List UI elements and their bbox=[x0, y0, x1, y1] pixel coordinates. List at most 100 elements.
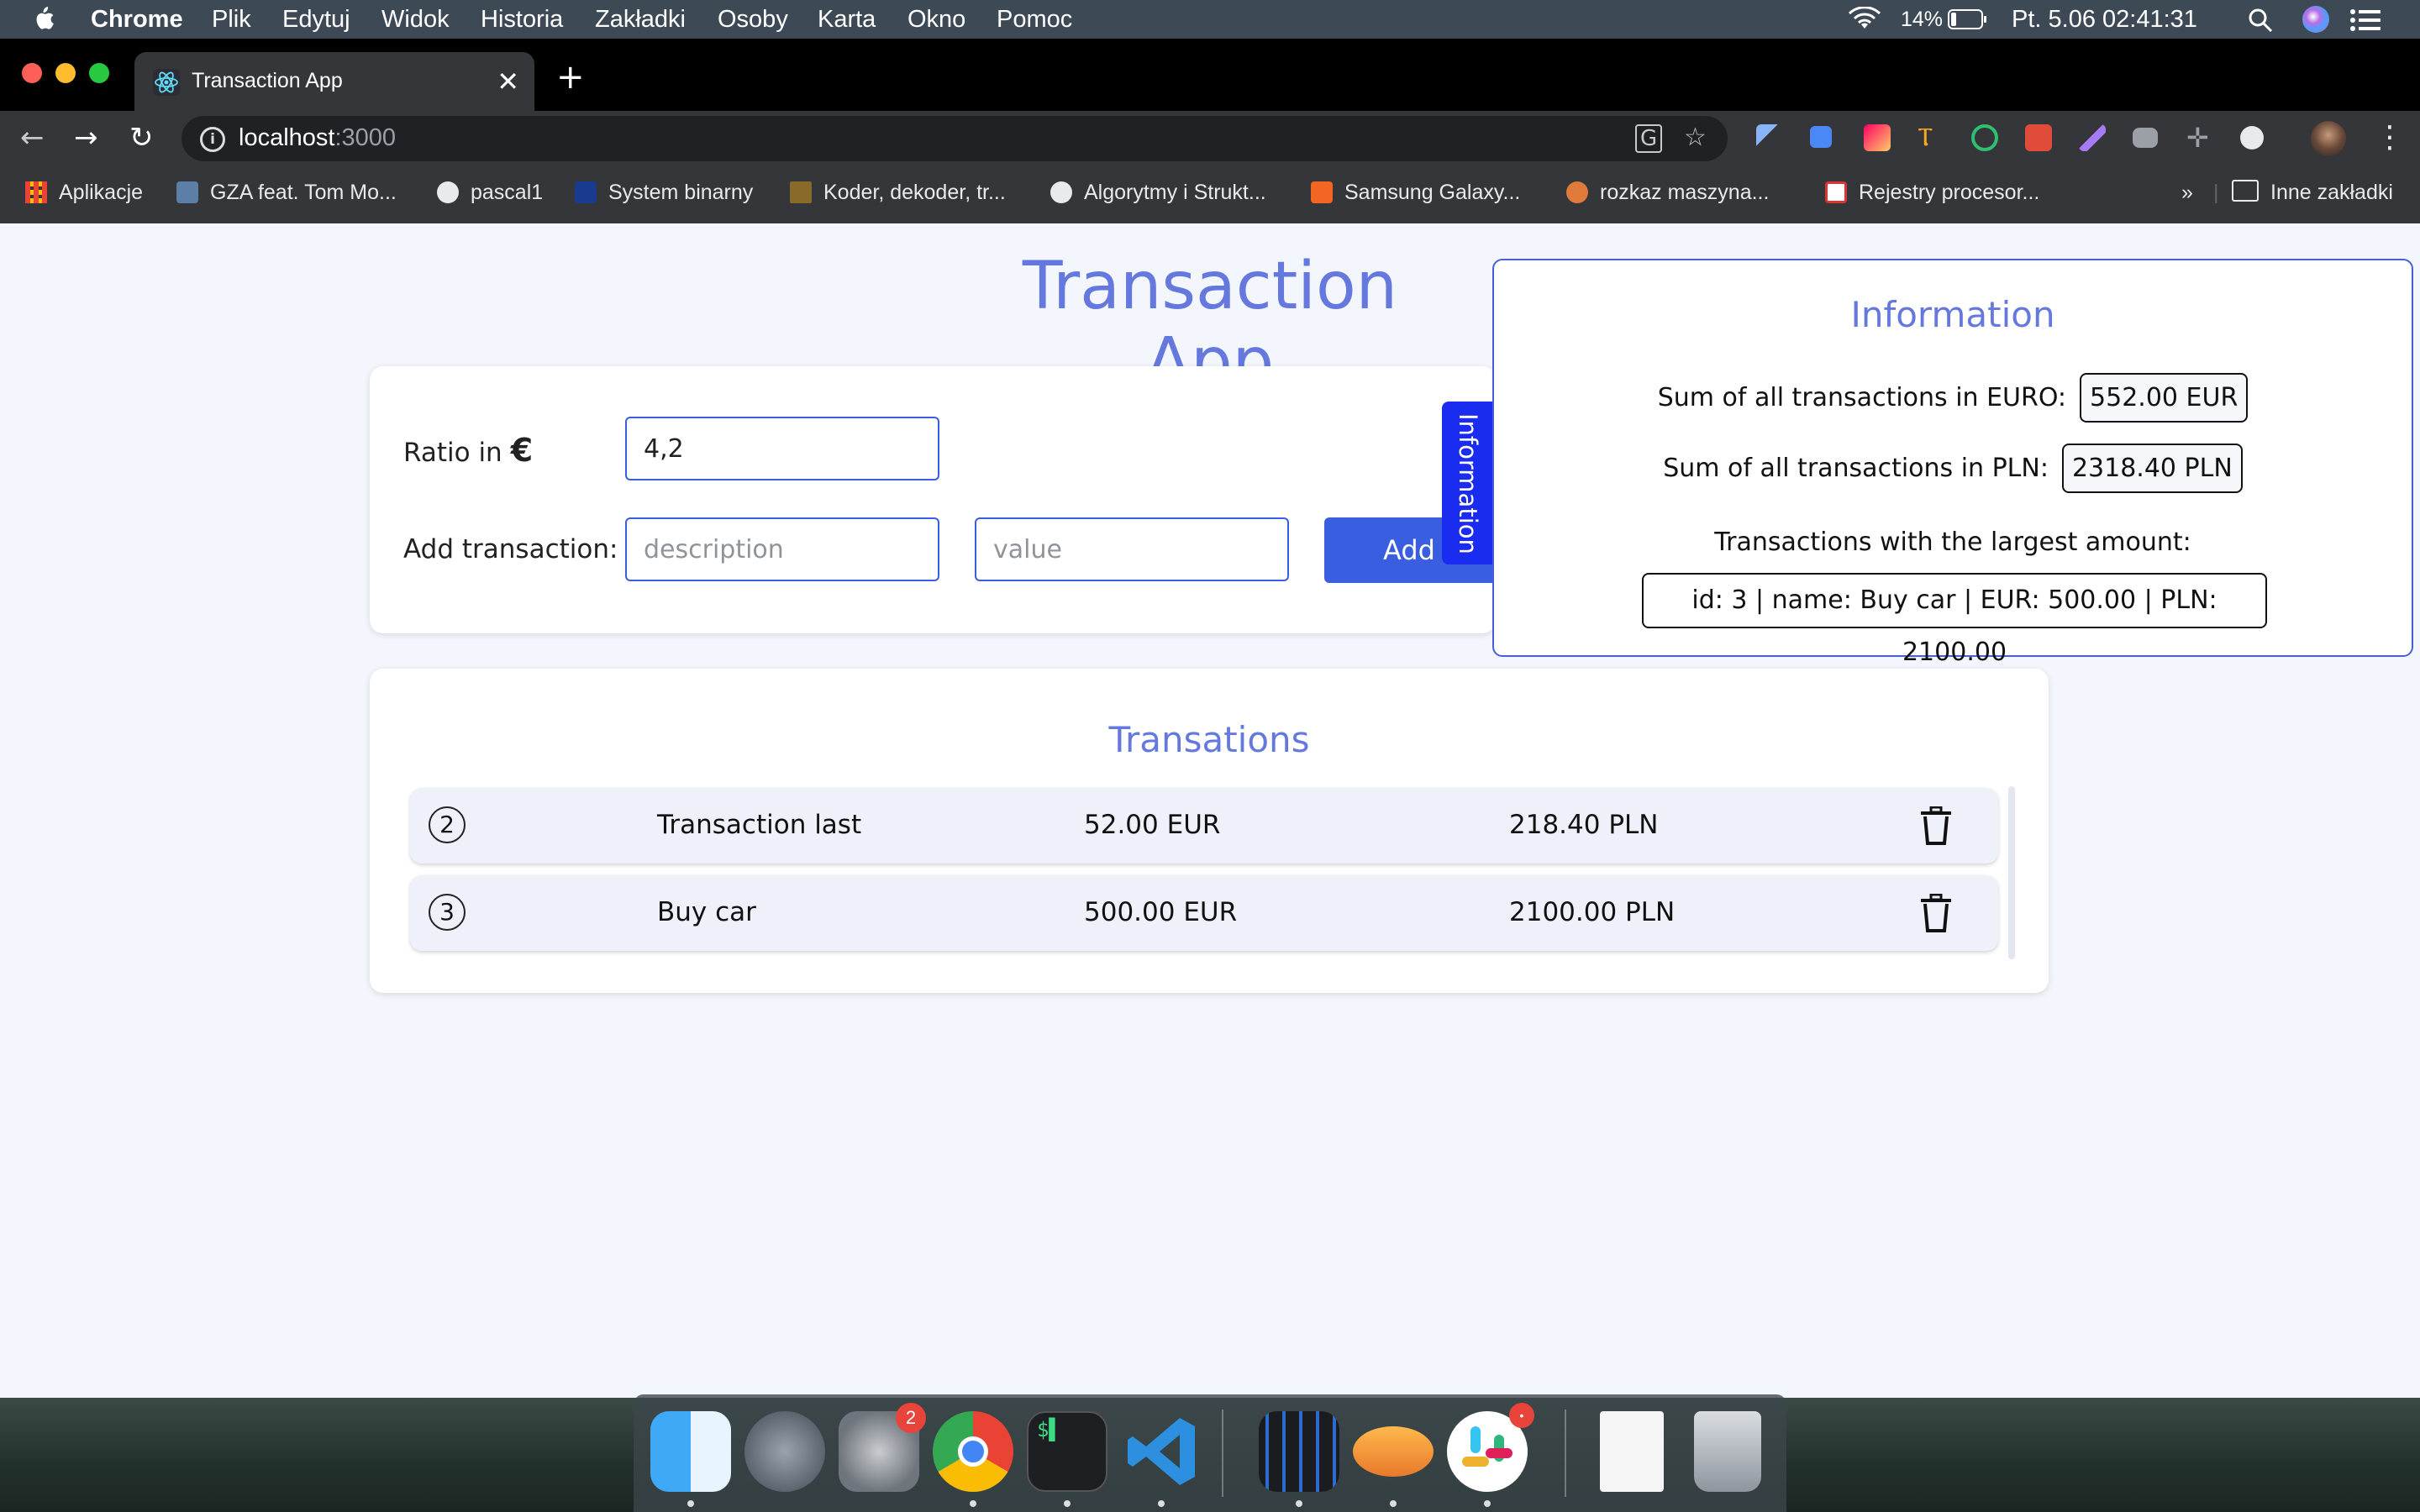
window-minimize-button[interactable] bbox=[55, 63, 76, 83]
description-input[interactable] bbox=[625, 517, 939, 581]
siri-icon[interactable] bbox=[2302, 6, 2329, 33]
bookmark-star-icon[interactable]: ☆ bbox=[1684, 123, 1707, 152]
browser-tab-active[interactable]: Transaction App ✕ bbox=[134, 52, 534, 111]
reload-icon[interactable]: ↻ bbox=[129, 119, 154, 156]
extension-zendesk-icon[interactable] bbox=[2240, 126, 2264, 150]
window-close-button[interactable] bbox=[22, 63, 42, 83]
menu-okno[interactable]: Okno bbox=[908, 4, 965, 34]
sum-euro-row: Sum of all transactions in EURO: 552.00 E… bbox=[1494, 373, 2412, 423]
bookmark-other[interactable]: Inne zakładki bbox=[2232, 180, 2393, 205]
globe-icon bbox=[1050, 181, 1072, 203]
finder-icon[interactable] bbox=[650, 1411, 731, 1492]
menu-clock[interactable]: Pt. 5.06 02:41:31 bbox=[2012, 4, 2197, 34]
system-preferences-icon[interactable]: 2 bbox=[839, 1403, 926, 1492]
extension-target-icon[interactable] bbox=[1971, 124, 1998, 151]
sum-pln-value: 2318.40 PLN bbox=[2061, 444, 2243, 493]
sum-pln-row: Sum of all transactions in PLN: 2318.40 P… bbox=[1494, 444, 2412, 493]
extension-color-icon[interactable] bbox=[1864, 124, 1891, 151]
react-favicon-icon bbox=[153, 69, 180, 96]
menu-plik[interactable]: Plik bbox=[212, 4, 251, 34]
extension-pen-icon[interactable] bbox=[1756, 124, 1783, 151]
site-icon bbox=[790, 181, 812, 203]
apple-icon[interactable] bbox=[32, 5, 55, 32]
tab-title: Transaction App bbox=[192, 69, 343, 92]
battery-percent: 14% bbox=[1901, 8, 1944, 31]
slack-icon[interactable]: • bbox=[1447, 1403, 1534, 1492]
bookmark-gza[interactable]: GZA feat. Tom Mo... bbox=[176, 180, 397, 205]
window-zoom-button[interactable] bbox=[89, 63, 109, 83]
ratio-input[interactable] bbox=[625, 417, 939, 480]
forward-arrow-icon[interactable]: → bbox=[74, 119, 98, 156]
document-icon[interactable] bbox=[1600, 1411, 1664, 1492]
menu-edytuj[interactable]: Edytuj bbox=[282, 4, 350, 34]
add-transaction-label: Add transaction: bbox=[403, 534, 618, 564]
transaction-pln: 218.40 PLN bbox=[1509, 810, 1659, 840]
extension-f-icon[interactable]: Ⲧ bbox=[1918, 124, 1944, 151]
extension-download-icon[interactable] bbox=[1810, 126, 1832, 148]
transaction-name: Transaction last bbox=[657, 810, 862, 840]
bookmark-rejestry[interactable]: Rejestry procesor... bbox=[1825, 180, 2039, 205]
extension-bug-icon[interactable] bbox=[2025, 124, 2052, 151]
chrome-icon[interactable] bbox=[933, 1411, 1013, 1492]
trash-icon[interactable] bbox=[1694, 1411, 1761, 1492]
menu-karta[interactable]: Karta bbox=[818, 4, 876, 34]
back-arrow-icon[interactable]: ← bbox=[20, 119, 45, 156]
site-icon bbox=[1566, 181, 1588, 203]
tab-close-icon[interactable]: ✕ bbox=[497, 66, 519, 97]
extension-feather-icon[interactable] bbox=[2079, 124, 2106, 151]
transaction-row: 3 Buy car 500.00 EUR 2100.00 PLN bbox=[410, 875, 1998, 951]
bookmark-rozkaz[interactable]: rozkaz maszyna... bbox=[1566, 180, 1769, 205]
notification-badge: • bbox=[1509, 1403, 1534, 1428]
translate-icon[interactable]: G bbox=[1635, 124, 1663, 153]
bookmarks-overflow-button[interactable]: » bbox=[2181, 180, 2193, 205]
extension-camera-icon[interactable] bbox=[2133, 128, 2158, 148]
delete-trash-icon[interactable] bbox=[1919, 894, 1953, 932]
folder-icon bbox=[2232, 180, 2259, 202]
transaction-row: 2 Transaction last 52.00 EUR 218.40 PLN bbox=[410, 788, 1998, 864]
menu-osoby[interactable]: Osoby bbox=[718, 4, 788, 34]
launchpad-icon[interactable] bbox=[744, 1411, 825, 1492]
largest-transaction-label: Transactions with the largest amount: bbox=[1714, 528, 2191, 557]
spotlight-search-icon[interactable] bbox=[2247, 7, 2274, 34]
vscode-icon[interactable] bbox=[1121, 1411, 1202, 1492]
euro-symbol: € bbox=[510, 432, 534, 469]
terminal-icon[interactable]: $▌ bbox=[1027, 1411, 1107, 1492]
wifi-icon[interactable] bbox=[1847, 7, 1882, 32]
extension-cross-icon[interactable]: ✛ bbox=[2186, 124, 2213, 151]
bookmark-system-binarny[interactable]: System binarny bbox=[575, 180, 753, 205]
activity-monitor-icon[interactable] bbox=[1259, 1411, 1339, 1492]
menu-pomoc[interactable]: Pomoc bbox=[997, 4, 1072, 34]
bookmarks-bar: Aplikacje GZA feat. Tom Mo... pascal1 Sy… bbox=[0, 166, 2420, 223]
delete-trash-icon[interactable] bbox=[1919, 806, 1953, 845]
address-bar[interactable]: i localhost:3000 G ☆ bbox=[182, 116, 1728, 161]
bookmark-algorytmy[interactable]: Algorytmy i Strukt... bbox=[1050, 180, 1266, 205]
information-panel: Information Sum of all transactions in E… bbox=[1492, 259, 2413, 667]
battery-icon[interactable] bbox=[1948, 8, 1988, 30]
notification-center-icon[interactable] bbox=[2349, 8, 2381, 32]
transaction-name: Buy car bbox=[657, 897, 756, 927]
sum-euro-label: Sum of all transactions in EURO: bbox=[1657, 383, 2067, 412]
profile-avatar[interactable] bbox=[2311, 121, 2346, 156]
information-toggle-tab[interactable]: Information bbox=[1442, 402, 1492, 564]
bookmark-pascal[interactable]: pascal1 bbox=[437, 180, 543, 205]
macos-menu-bar: Chrome Plik Edytuj Widok Historia Zakład… bbox=[0, 0, 2420, 39]
page-viewport: Transaction App Ratio in€ Add transactio… bbox=[0, 223, 2420, 1398]
site-info-icon[interactable]: i bbox=[200, 127, 225, 152]
site-icon bbox=[575, 181, 597, 203]
chrome-menu-icon[interactable]: ⋮ bbox=[2375, 119, 2405, 156]
new-tab-icon[interactable]: + bbox=[556, 60, 585, 94]
bookmark-samsung[interactable]: Samsung Galaxy... bbox=[1311, 180, 1520, 205]
address-url[interactable]: localhost:3000 bbox=[239, 124, 396, 152]
value-input[interactable] bbox=[975, 517, 1289, 581]
menu-app-name[interactable]: Chrome bbox=[91, 4, 183, 34]
menu-widok[interactable]: Widok bbox=[381, 4, 450, 34]
transactions-scrollbar[interactable] bbox=[2008, 786, 2015, 959]
bookmark-koder[interactable]: Koder, dekoder, tr... bbox=[790, 180, 1006, 205]
transactions-card: Transations 2 Transaction last 52.00 EUR… bbox=[370, 669, 2049, 993]
vk-icon bbox=[176, 181, 198, 203]
transmit-icon[interactable] bbox=[1353, 1426, 1434, 1477]
menu-historia[interactable]: Historia bbox=[481, 4, 563, 34]
menu-zakladki[interactable]: Zakładki bbox=[595, 4, 686, 34]
transactions-title: Transations bbox=[1108, 719, 1310, 760]
bookmark-apps[interactable]: Aplikacje bbox=[25, 180, 143, 205]
